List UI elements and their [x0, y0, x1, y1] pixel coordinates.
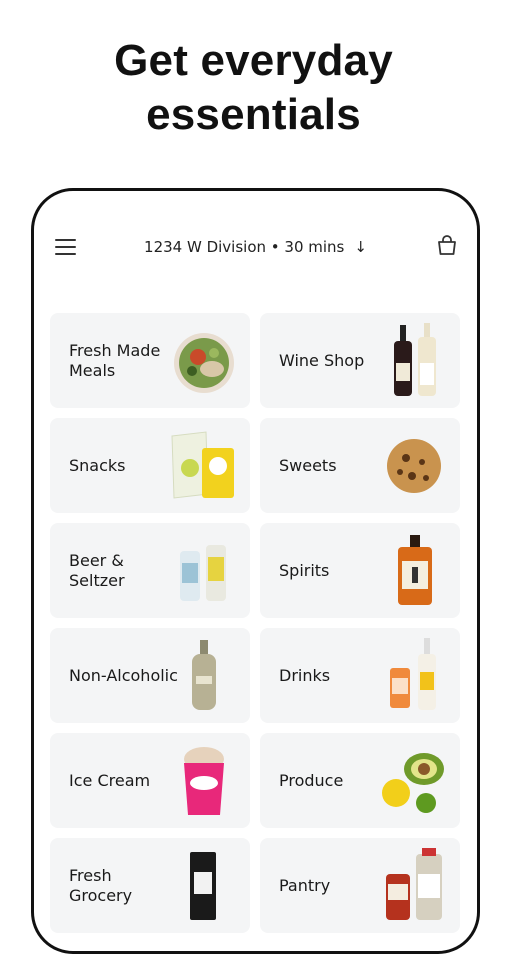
category-tile-ice-cream[interactable]: Ice Cream: [50, 733, 250, 828]
category-label: Fresh Made Meals: [69, 340, 161, 380]
category-grid: Fresh Made Meals Wine Shop Snacks Sweets…: [50, 313, 462, 933]
category-tile-drinks[interactable]: Drinks: [260, 628, 460, 723]
headline: Get everyday essentials: [0, 34, 507, 142]
category-tile-beer-seltzer[interactable]: Beer & Seltzer: [50, 523, 250, 618]
drink-bottles-icon: [390, 638, 436, 710]
cookie-icon: [387, 439, 441, 493]
category-tile-pantry[interactable]: Pantry: [260, 838, 460, 933]
delivery-address: 1234 W Division • 30 mins: [144, 238, 345, 256]
category-label: Spirits: [279, 560, 330, 580]
category-tile-fresh-made-meals[interactable]: Fresh Made Meals: [50, 313, 250, 408]
sauce-jars-icon: [386, 848, 442, 920]
category-label: Ice Cream: [69, 770, 151, 790]
oat-milk-carton-icon: [190, 852, 216, 920]
headline-line-2: essentials: [146, 90, 361, 139]
wine-bottles-icon: [394, 323, 436, 396]
delivery-address-selector[interactable]: 1234 W Division • 30 mins ↓: [34, 238, 477, 256]
headline-line-1: Get everyday: [114, 36, 393, 85]
category-label: Beer & Seltzer: [69, 550, 125, 590]
avocado-lemon-icon: [382, 753, 444, 813]
arrow-down-icon: ↓: [354, 238, 367, 256]
category-label: Drinks: [279, 665, 331, 685]
category-tile-wine-shop[interactable]: Wine Shop: [260, 313, 460, 408]
shopping-bag-icon[interactable]: [435, 233, 459, 257]
category-label: Produce: [279, 770, 344, 790]
category-tile-snacks[interactable]: Snacks: [50, 418, 250, 513]
category-tile-non-alcoholic[interactable]: Non-Alcoholic: [50, 628, 250, 723]
category-tile-spirits[interactable]: Spirits: [260, 523, 460, 618]
snack-bags-icon: [171, 431, 234, 499]
salad-bowl-icon: [174, 333, 234, 393]
nonalcoholic-bottle-icon: [192, 640, 216, 710]
beer-cans-icon: [180, 545, 226, 601]
category-tile-sweets[interactable]: Sweets: [260, 418, 460, 513]
category-tile-produce[interactable]: Produce: [260, 733, 460, 828]
category-label: Snacks: [69, 455, 126, 475]
phone-frame: 1234 W Division • 30 mins ↓ Fresh Made Me…: [31, 188, 480, 954]
ice-cream-pint-icon: [184, 747, 224, 815]
category-label: Non-Alcoholic: [69, 665, 178, 685]
top-bar: 1234 W Division • 30 mins ↓: [34, 191, 477, 301]
category-label: Pantry: [279, 875, 331, 895]
category-tile-fresh-grocery[interactable]: Fresh Grocery: [50, 838, 250, 933]
whisky-bottle-icon: [398, 535, 432, 605]
category-label: Sweets: [279, 455, 337, 475]
category-label: Wine Shop: [279, 350, 365, 370]
